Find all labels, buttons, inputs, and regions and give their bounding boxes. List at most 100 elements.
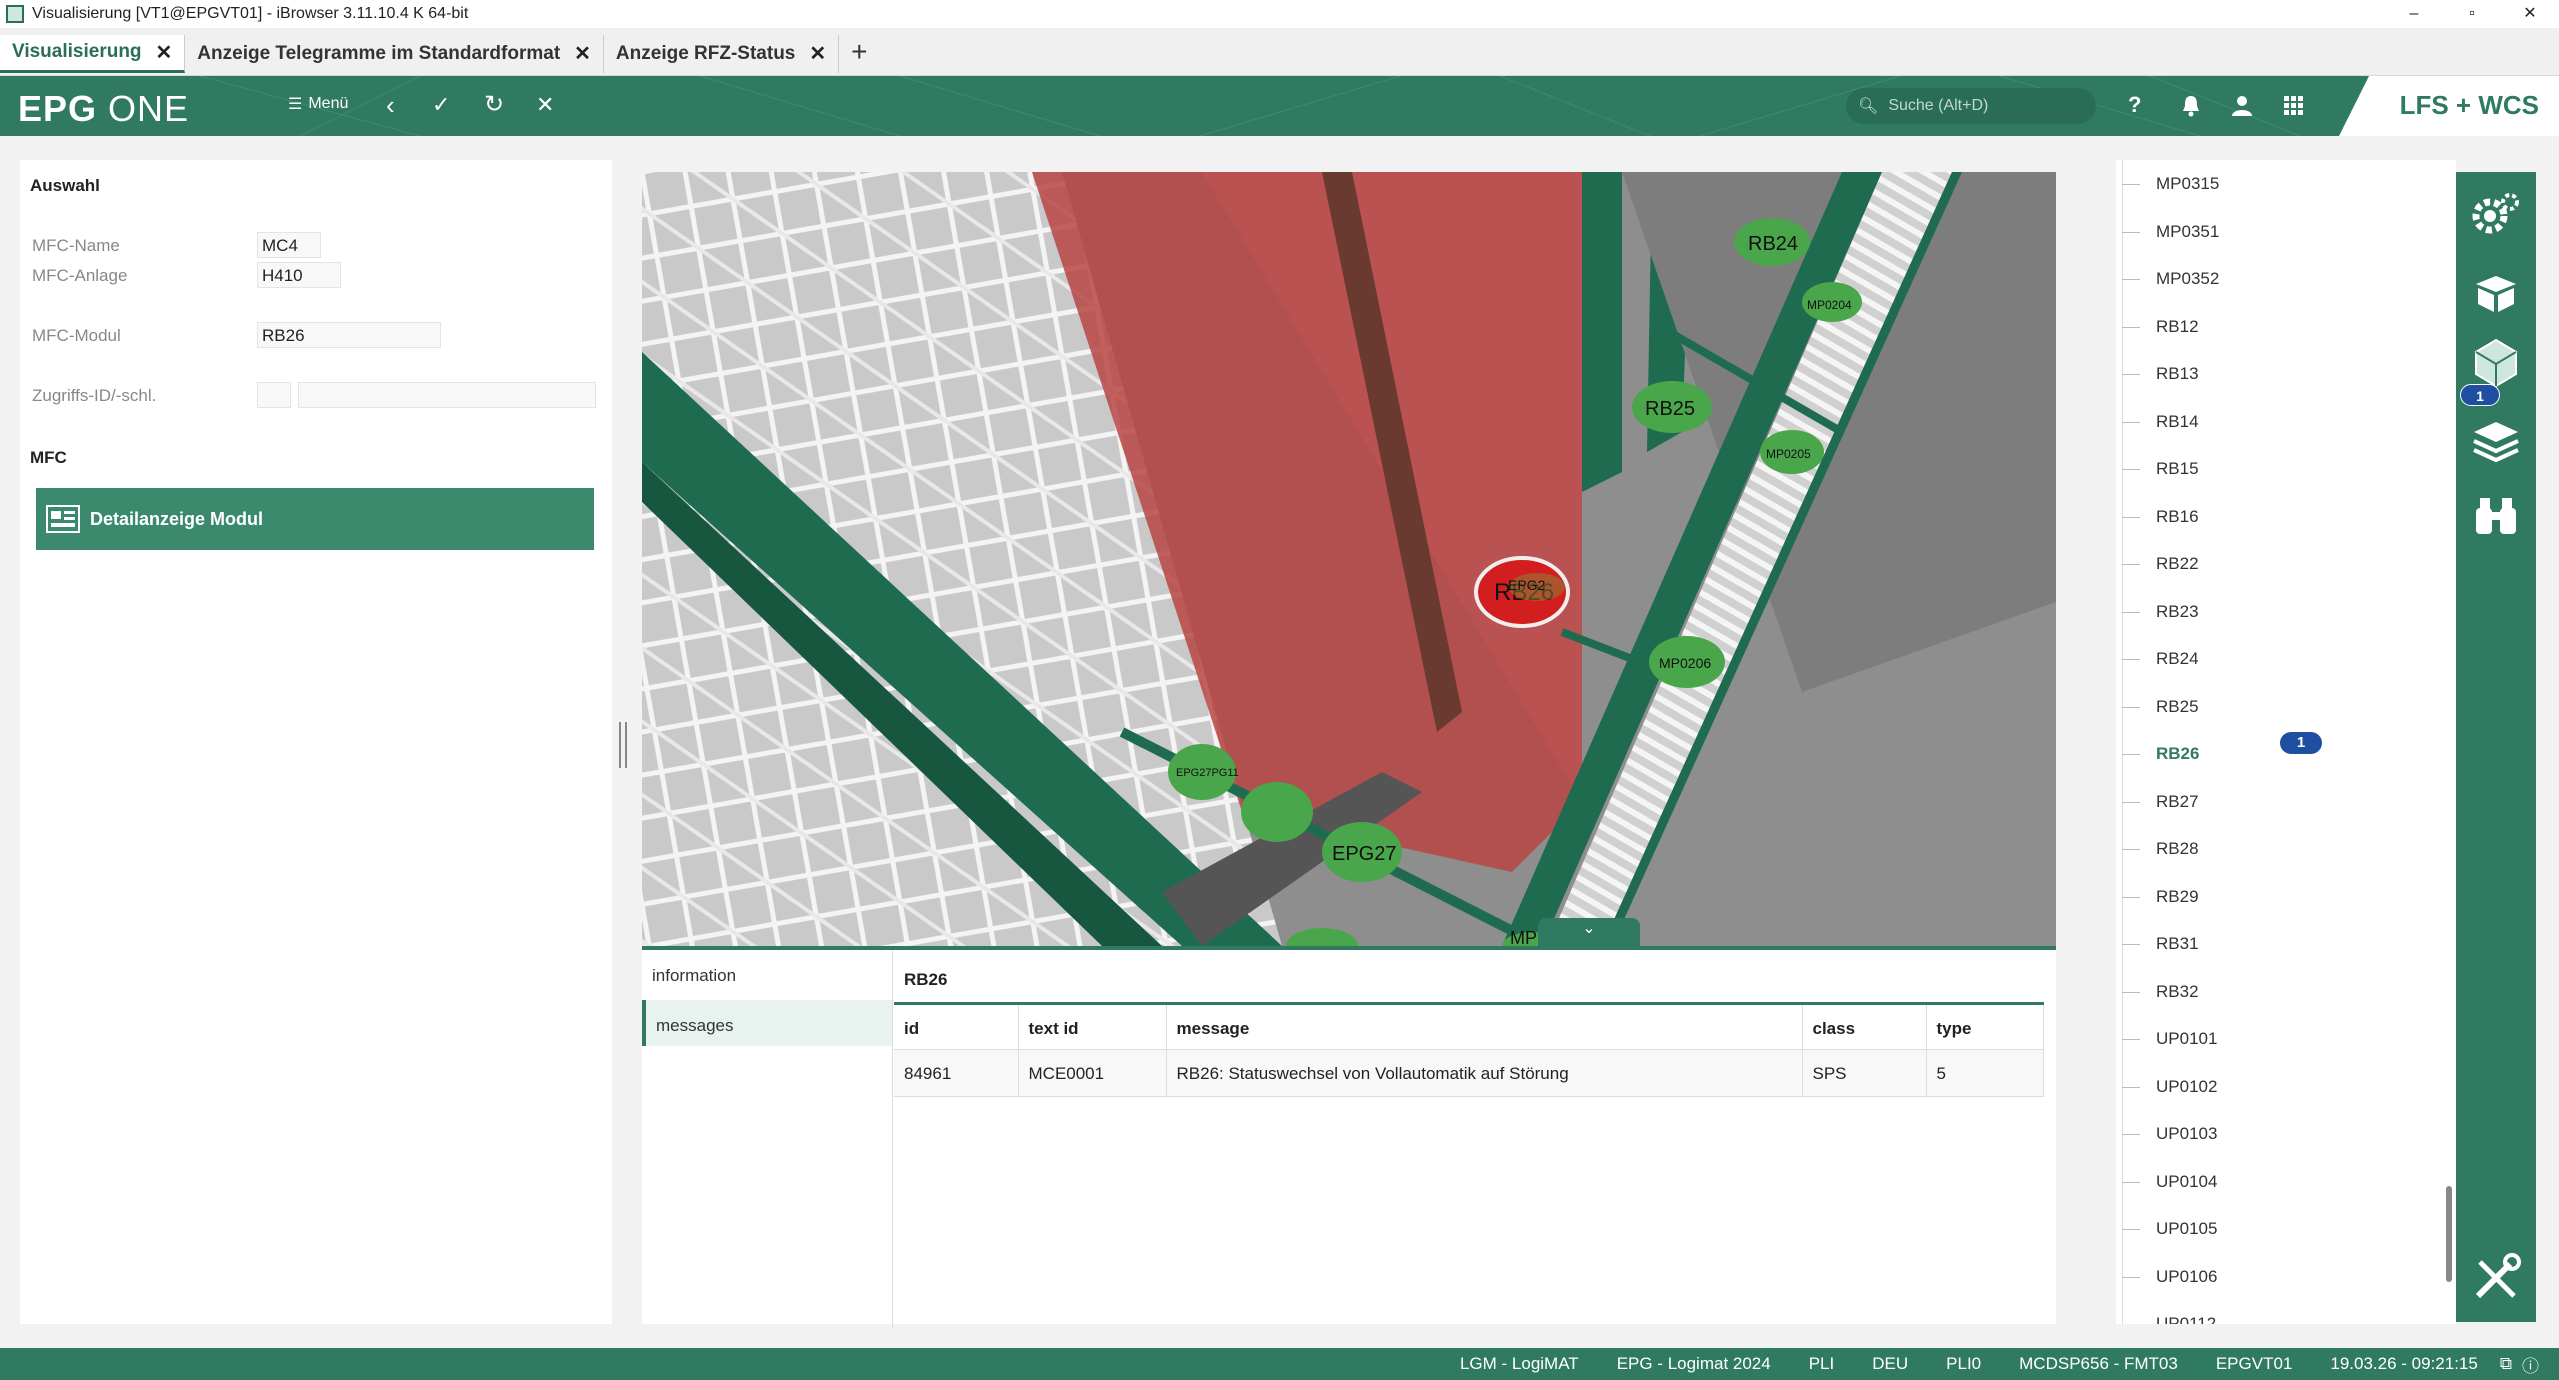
list-item[interactable]: UP0106 xyxy=(2156,1267,2217,1287)
app-header: EPG ONE ☰Menü ‹ ✓ ↻ ✕ 🔍︎ ? LFS + WCS xyxy=(0,76,2559,136)
box-icon[interactable] xyxy=(2470,266,2522,318)
list-item[interactable]: UP0103 xyxy=(2156,1124,2217,1144)
list-item[interactable]: RB22 xyxy=(2156,554,2199,574)
list-item[interactable]: UP0102 xyxy=(2156,1077,2217,1097)
tree-tick xyxy=(2122,706,2140,708)
column-header[interactable]: class xyxy=(1802,1003,1927,1050)
status-epg: EPG - Logimat 2024 xyxy=(1616,1354,1771,1373)
tab-information[interactable]: information xyxy=(642,950,892,996)
tree-tick xyxy=(2122,469,2140,470)
tab-rfz-status[interactable]: Anzeige RFZ-Status ✕ xyxy=(604,34,840,73)
help-icon[interactable]: ? xyxy=(2128,92,2141,118)
list-item[interactable]: RB12 xyxy=(2156,317,2199,337)
list-item[interactable]: RB29 xyxy=(2156,887,2199,907)
list-item[interactable]: RB16 xyxy=(2156,507,2199,527)
tree-tick xyxy=(2122,1086,2140,1088)
bell-icon[interactable] xyxy=(2180,94,2202,118)
list-item[interactable]: RB13 xyxy=(2156,364,2199,384)
layers-icon[interactable] xyxy=(2470,416,2522,468)
list-item[interactable]: RB23 xyxy=(2156,602,2199,622)
tree-tick xyxy=(2122,279,2140,280)
close-icon[interactable]: ✕ xyxy=(574,41,591,66)
list-item[interactable]: UP0101 xyxy=(2156,1029,2217,1049)
list-item[interactable]: RB31 xyxy=(2156,934,2199,954)
tree-tick xyxy=(2122,659,2140,660)
tab-telegramme[interactable]: Anzeige Telegramme im Standardformat ✕ xyxy=(185,34,604,73)
status-bar: LGM - LogiMAT EPG - Logimat 2024 PLI DEU… xyxy=(0,1348,2559,1380)
tree-tick xyxy=(2122,1181,2140,1183)
maximize-button[interactable]: ▫ xyxy=(2443,0,2501,28)
scene-label: EPG2 xyxy=(1508,577,1546,593)
add-tab-button[interactable]: + xyxy=(851,36,867,68)
access-key-field[interactable] xyxy=(298,382,596,408)
tools-icon[interactable] xyxy=(2470,1252,2522,1304)
column-header[interactable]: id xyxy=(894,1003,1019,1050)
table-row[interactable]: 84961 MCE0001 RB26: Statuswechsel von Vo… xyxy=(894,1049,2044,1097)
search-box[interactable]: 🔍︎ xyxy=(1846,88,2096,124)
apps-grid-icon[interactable] xyxy=(2284,96,2304,116)
scene-label: RB24 xyxy=(1748,233,1798,255)
binoculars-icon[interactable] xyxy=(2470,490,2522,542)
tree-tick xyxy=(2122,896,2140,898)
column-header[interactable]: message xyxy=(1166,1003,1803,1050)
list-item[interactable]: RB15 xyxy=(2156,459,2199,479)
minimize-button[interactable]: – xyxy=(2385,0,2443,28)
tab-visualisierung[interactable]: Visualisierung ✕ xyxy=(0,34,186,73)
panel-splitter[interactable] xyxy=(619,722,627,768)
selection-title: Auswahl xyxy=(30,176,100,195)
tree-tick xyxy=(2122,516,2140,518)
scrollbar[interactable] xyxy=(2446,1186,2452,1282)
list-item[interactable]: UP0104 xyxy=(2156,1172,2217,1192)
menu-button[interactable]: ☰ Menü xyxy=(288,94,348,114)
close-icon[interactable]: ✕ xyxy=(809,41,826,66)
mfc-anlage-field[interactable]: H410 xyxy=(257,262,341,288)
module-badge: 1 xyxy=(2280,732,2322,754)
settings-icon[interactable] xyxy=(2470,188,2522,240)
close-icon[interactable]: ✕ xyxy=(156,40,173,65)
epg-one-logo: EPG ONE xyxy=(18,88,190,129)
list-item[interactable]: UP0105 xyxy=(2156,1219,2217,1239)
tree-tick xyxy=(2122,611,2140,613)
scene-label: MP0206 xyxy=(1659,655,1711,671)
warehouse-3d-scene[interactable]: RB24 RB25 MP0204 MP0205 MP0206 RB26 EPG2… xyxy=(642,172,2056,946)
scene-label: RB25 xyxy=(1645,398,1695,420)
detail-module-button[interactable]: Detailanzeige Modul xyxy=(36,488,594,550)
list-item[interactable]: RB25 xyxy=(2156,697,2199,717)
list-item[interactable]: RB27 xyxy=(2156,792,2199,812)
check-icon[interactable]: ✓ xyxy=(432,92,450,118)
access-id-field[interactable] xyxy=(257,382,291,408)
scene-label: MP xyxy=(1510,928,1537,946)
hamburger-icon: ☰ xyxy=(288,96,303,113)
messages-table: id text id message class type 84961 MCE0… xyxy=(894,1002,2044,1097)
list-item[interactable]: MP0352 xyxy=(2156,269,2219,289)
tree-tick xyxy=(2122,421,2140,423)
mfc-anlage-label: MFC-Anlage xyxy=(32,266,128,285)
column-header[interactable]: text id xyxy=(1018,1003,1167,1050)
list-item[interactable]: UP0112 xyxy=(2156,1314,2216,1324)
close-window-button[interactable]: ✕ xyxy=(2501,0,2559,28)
external-link-icon[interactable]: ⧉ xyxy=(2500,1354,2512,1374)
user-icon[interactable] xyxy=(2230,94,2254,118)
tree-tick xyxy=(2122,1039,2140,1040)
cancel-icon[interactable]: ✕ xyxy=(536,92,554,118)
list-item[interactable]: RB32 xyxy=(2156,982,2199,1002)
list-item[interactable]: RB28 xyxy=(2156,839,2199,859)
column-header[interactable]: type xyxy=(1926,1003,2044,1050)
list-item[interactable]: RB14 xyxy=(2156,412,2199,432)
info-icon[interactable]: ⓘ xyxy=(2522,1352,2539,1377)
list-item[interactable]: RB26 xyxy=(2156,744,2199,764)
list-item[interactable]: RB24 xyxy=(2156,649,2199,669)
mfc-name-field[interactable]: MC4 xyxy=(257,232,321,258)
search-input[interactable] xyxy=(1888,97,2069,115)
back-icon[interactable]: ‹ xyxy=(386,90,395,121)
mfc-modul-field[interactable]: RB26 xyxy=(257,322,441,348)
search-icon: 🔍︎ xyxy=(1858,98,1879,115)
tab-messages[interactable]: messages xyxy=(642,1000,892,1046)
visualization-viewport[interactable]: RB24 RB25 MP0204 MP0205 MP0206 RB26 EPG2… xyxy=(642,172,2056,946)
list-item[interactable]: MP0351 xyxy=(2156,222,2219,242)
refresh-icon[interactable]: ↻ xyxy=(484,90,504,119)
model-icon[interactable] xyxy=(2470,336,2522,388)
list-item[interactable]: MP0315 xyxy=(2156,174,2219,194)
header-pattern xyxy=(199,76,2301,136)
expand-panel-button[interactable]: ⌄ xyxy=(1538,918,1640,946)
